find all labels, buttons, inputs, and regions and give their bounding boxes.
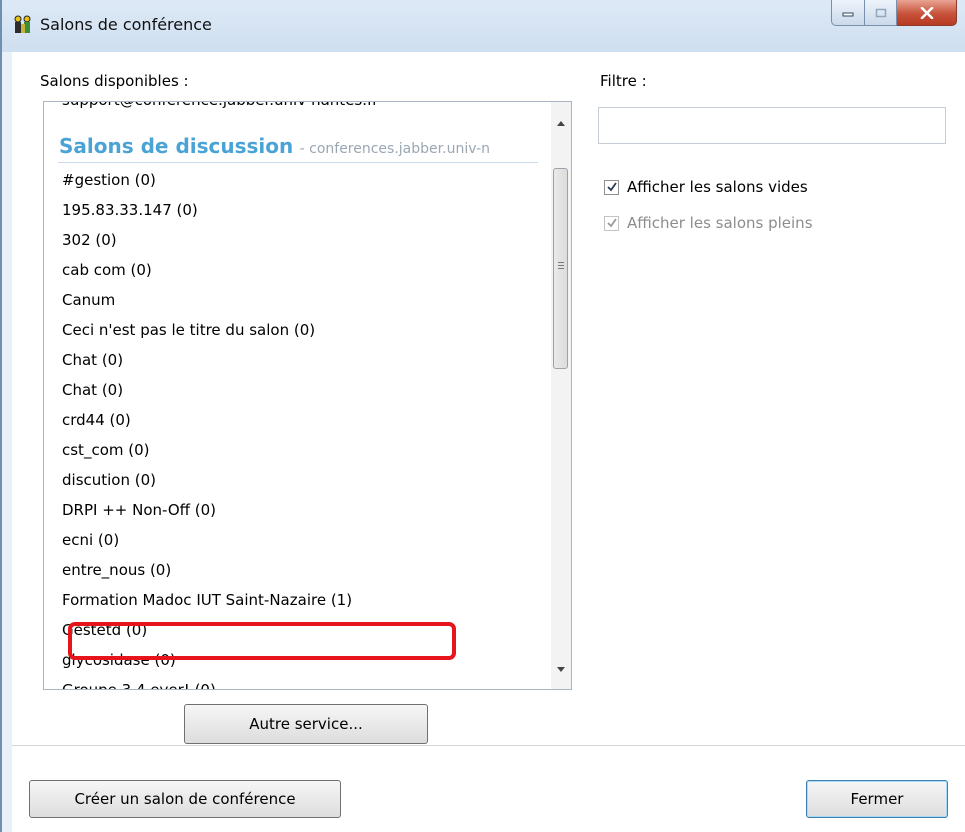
group-divider [58,162,538,163]
group-header: Salons de discussion - conferences.jabbe… [59,134,490,158]
room-item[interactable]: cab com (0) [44,255,534,285]
conference-rooms-window: Salons de conférence Salons disponibles … [0,0,965,832]
rooms-list: #gestion (0) 195.83.33.147 (0) 302 (0) c… [44,165,534,689]
grip-line [558,265,564,266]
close-icon [920,6,933,19]
list-item-partial[interactable]: support@conference.jabber.univ-nantes.fr [62,102,378,109]
window-controls [831,0,957,32]
group-server: - conferences.jabber.univ-n [299,141,491,157]
scroll-up-arrow-icon[interactable] [557,121,565,126]
group-name: Salons de discussion [59,134,294,158]
room-item[interactable]: Ceci n'est pas le titre du salon (0) [44,315,534,345]
room-item[interactable]: 195.83.33.147 (0) [44,195,534,225]
room-item[interactable]: Canum [44,285,534,315]
room-item[interactable]: discution (0) [44,465,534,495]
other-service-button[interactable]: Autre service... [184,704,428,744]
highlight-annotation [68,622,456,660]
scrollbar-thumb[interactable] [553,168,568,369]
checkbox-checked-disabled [604,215,619,231]
room-item[interactable]: Chat (0) [44,375,534,405]
title-bar[interactable]: Salons de conférence [2,0,965,52]
room-item[interactable]: Groupe 3.4 ever! (0) [44,675,534,689]
checkbox-checked[interactable] [604,179,619,195]
show-empty-rooms-label: Afficher les salons vides [627,178,808,196]
checkmark-icon [607,217,617,227]
maximize-button[interactable] [865,0,897,26]
footer-separator [12,745,965,746]
minimize-button[interactable] [831,0,865,26]
close-button[interactable] [897,0,957,26]
checkmark-icon [607,181,617,191]
room-item[interactable]: #gestion (0) [44,165,534,195]
filter-label: Filtre : [600,72,647,90]
room-item[interactable]: 302 (0) [44,225,534,255]
show-empty-rooms-checkbox[interactable]: Afficher les salons vides [604,178,808,196]
maximize-icon [875,8,886,17]
show-full-rooms-checkbox: Afficher les salons pleins [604,214,813,232]
grip-line [558,268,564,269]
show-full-rooms-label: Afficher les salons pleins [627,214,813,232]
room-item[interactable]: Chat (0) [44,345,534,375]
close-dialog-button[interactable]: Fermer [806,780,948,818]
room-item[interactable]: DRPI ++ Non-Off (0) [44,495,534,525]
available-rooms-label: Salons disponibles : [40,72,189,90]
room-item-formation-madoc[interactable]: Formation Madoc IUT Saint-Nazaire (1) [44,585,534,615]
rooms-listbox[interactable]: support@conference.jabber.univ-nantes.fr… [43,101,572,690]
create-room-button[interactable]: Créer un salon de conférence [29,780,341,818]
dialog-body: Salons disponibles : support@conference.… [12,52,965,832]
grip-line [558,262,564,263]
scroll-down-arrow-icon[interactable] [557,667,565,672]
window-title: Salons de conférence [40,15,212,34]
vertical-scrollbar[interactable] [551,102,571,689]
room-item[interactable]: cst_com (0) [44,435,534,465]
users-group-icon [14,15,31,33]
minimize-icon [842,12,854,16]
room-item[interactable]: entre_nous (0) [44,555,534,585]
room-item[interactable]: ecni (0) [44,525,534,555]
room-item[interactable]: crd44 (0) [44,405,534,435]
filter-input[interactable] [598,107,946,144]
